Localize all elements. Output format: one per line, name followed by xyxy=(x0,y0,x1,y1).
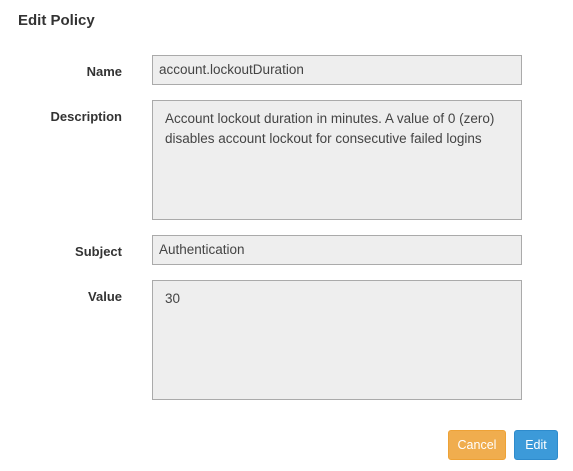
name-field[interactable]: account.lockoutDuration xyxy=(152,55,522,85)
subject-label: Subject xyxy=(75,244,122,259)
cancel-button[interactable]: Cancel xyxy=(448,430,506,460)
subject-field[interactable]: Authentication xyxy=(152,235,522,265)
description-label: Description xyxy=(50,109,122,124)
name-label: Name xyxy=(86,64,122,79)
description-field[interactable]: Account lockout duration in minutes. A v… xyxy=(152,100,522,220)
value-label: Value xyxy=(88,289,122,304)
dialog-title: Edit Policy xyxy=(18,12,95,29)
edit-policy-dialog: Edit Policy Name account.lockoutDuration… xyxy=(0,0,573,471)
edit-button[interactable]: Edit xyxy=(514,430,558,460)
value-field[interactable]: 30 xyxy=(152,280,522,400)
